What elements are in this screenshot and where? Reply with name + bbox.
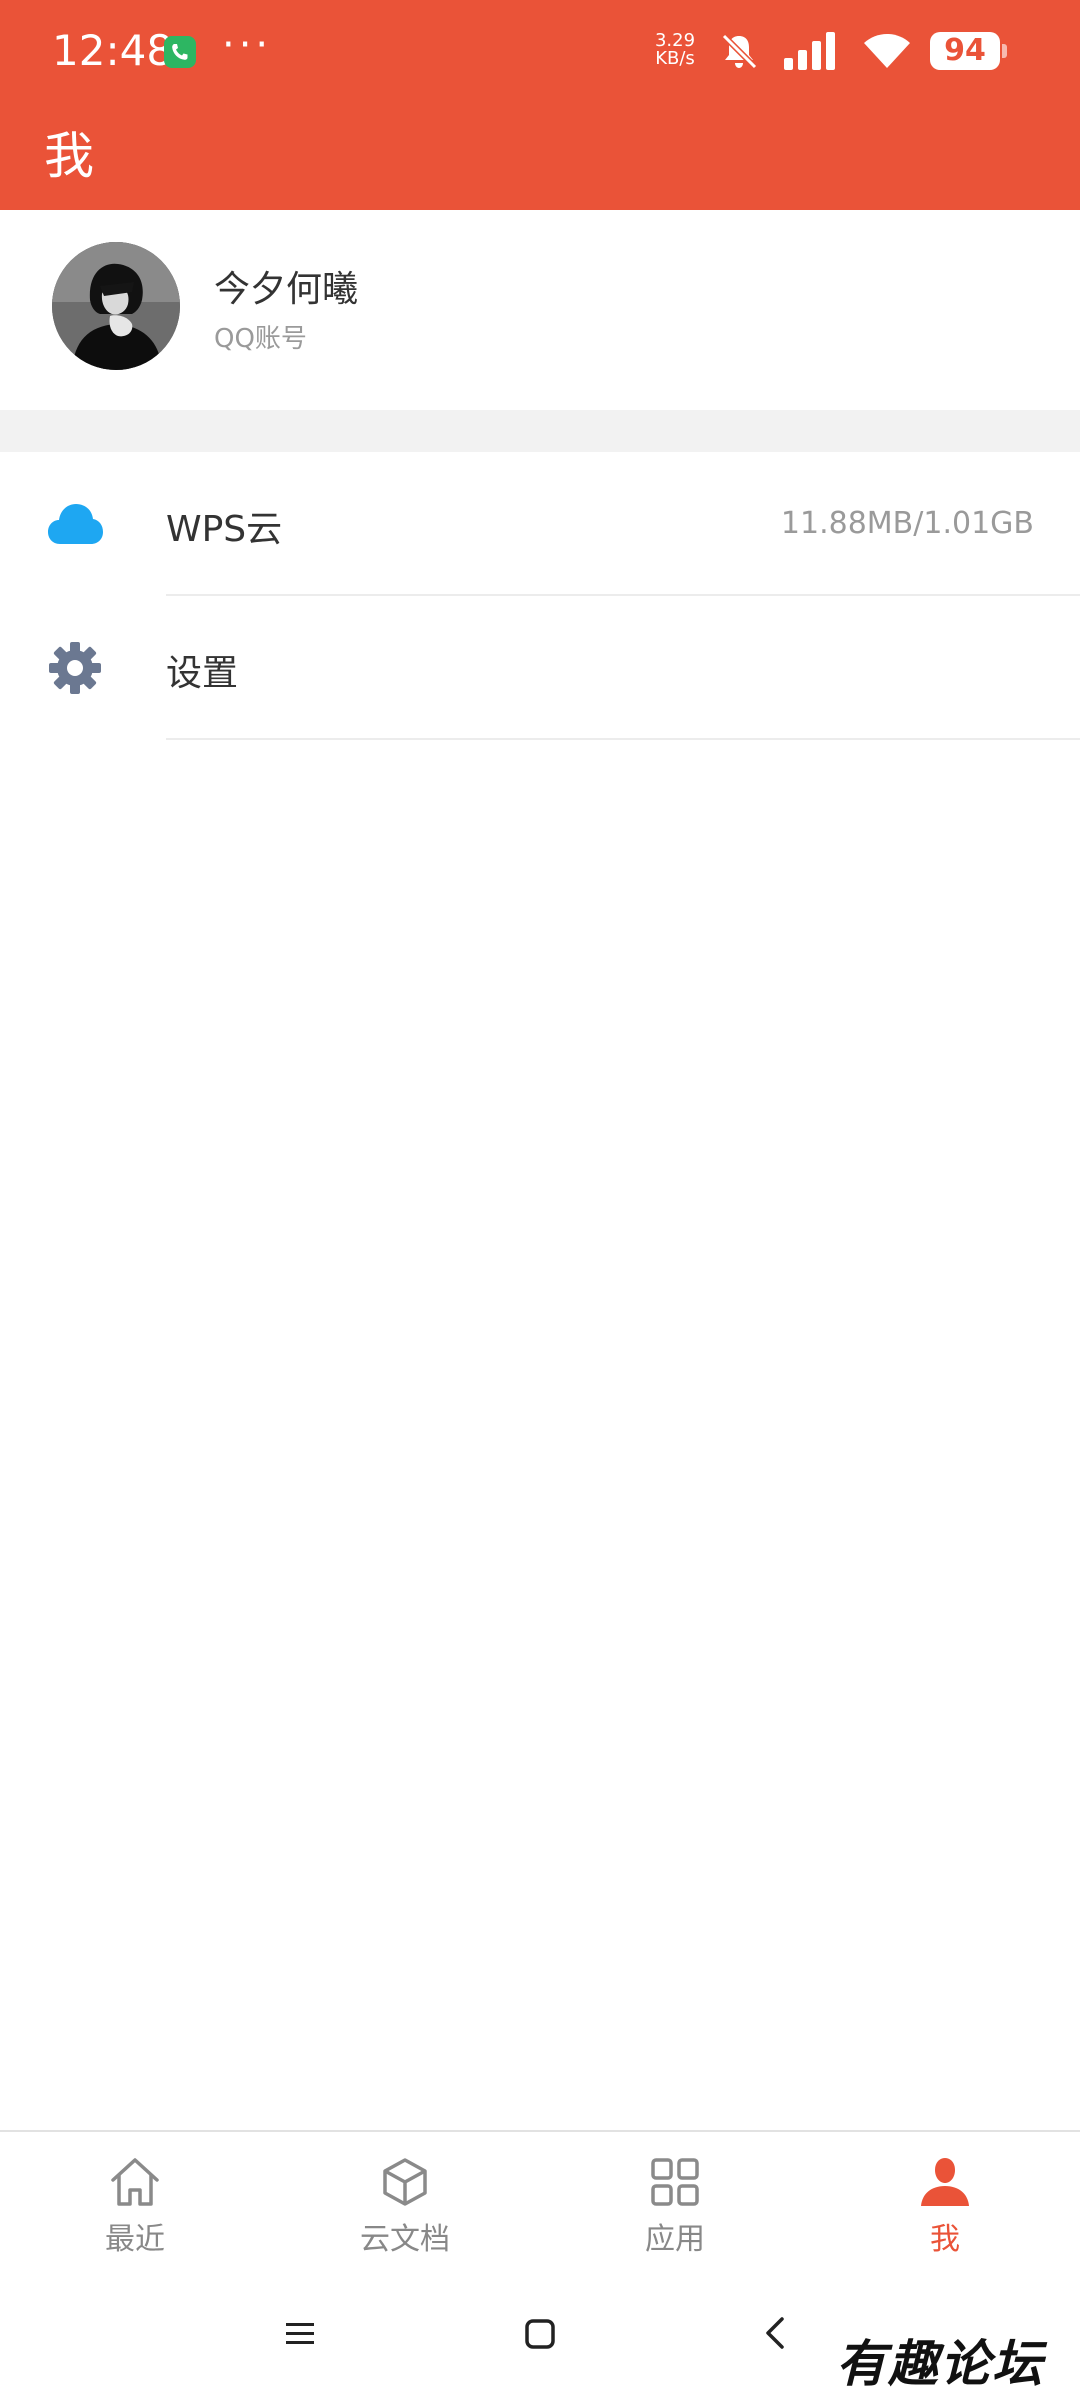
avatar-image: [52, 242, 180, 370]
cloud-storage-usage: 11.88MB/1.01GB: [780, 506, 1034, 541]
tab-me[interactable]: 我: [810, 2132, 1080, 2272]
row-divider: [166, 738, 1080, 740]
wifi-icon: [864, 34, 910, 68]
tab-label: 应用: [645, 2222, 705, 2257]
battery-icon: 94: [930, 32, 1000, 70]
profile-card[interactable]: 今夕何曦 QQ账号: [0, 210, 1080, 410]
avatar[interactable]: [52, 242, 180, 370]
bottom-tab-bar: 最近 云文档 应用 我: [0, 2130, 1080, 2270]
watermark-text: 有趣论坛: [836, 2334, 1044, 2393]
tab-label: 云文档: [360, 2222, 450, 2257]
gear-icon: [49, 642, 101, 694]
tab-cloud-docs[interactable]: 云文档: [270, 2132, 540, 2272]
menu-item-label: 设置: [166, 653, 239, 694]
menu-item-settings[interactable]: 设置: [0, 596, 1080, 740]
home-icon: [111, 2158, 159, 2206]
network-speed-unit: KB/s: [655, 48, 695, 69]
apps-grid-icon: [651, 2158, 699, 2206]
profile-name: 今夕何曦: [214, 269, 359, 310]
menu-icon[interactable]: [284, 2320, 316, 2348]
cloud-icon: [48, 504, 103, 544]
back-chevron-icon[interactable]: [762, 2316, 788, 2350]
phone-icon: [164, 36, 196, 68]
cube-icon: [383, 2158, 427, 2206]
bell-muted-icon: [721, 33, 758, 70]
tab-label: 我: [930, 2222, 960, 2257]
status-time: 12:48: [52, 26, 174, 75]
app-header: 12:48 ··· 3.29 KB/s 94 我: [0, 0, 1080, 210]
person-icon: [921, 2158, 969, 2206]
home-square-icon[interactable]: [524, 2318, 556, 2350]
network-speed: 3.29 KB/s: [650, 32, 700, 68]
status-bar: 12:48 ··· 3.29 KB/s 94: [0, 0, 1080, 100]
menu-item-wps-cloud[interactable]: WPS云 11.88MB/1.01GB: [0, 452, 1080, 596]
page-title: 我: [44, 127, 94, 185]
section-divider: [0, 410, 1080, 452]
battery-tip: [1002, 44, 1007, 58]
signal-icon: [784, 32, 835, 70]
tab-recent[interactable]: 最近: [0, 2132, 270, 2272]
tab-label: 最近: [105, 2222, 165, 2257]
more-dots-icon: ···: [222, 22, 273, 68]
profile-account-type: QQ账号: [214, 324, 307, 354]
menu-item-label: WPS云: [166, 509, 283, 550]
tab-apps[interactable]: 应用: [540, 2132, 810, 2272]
